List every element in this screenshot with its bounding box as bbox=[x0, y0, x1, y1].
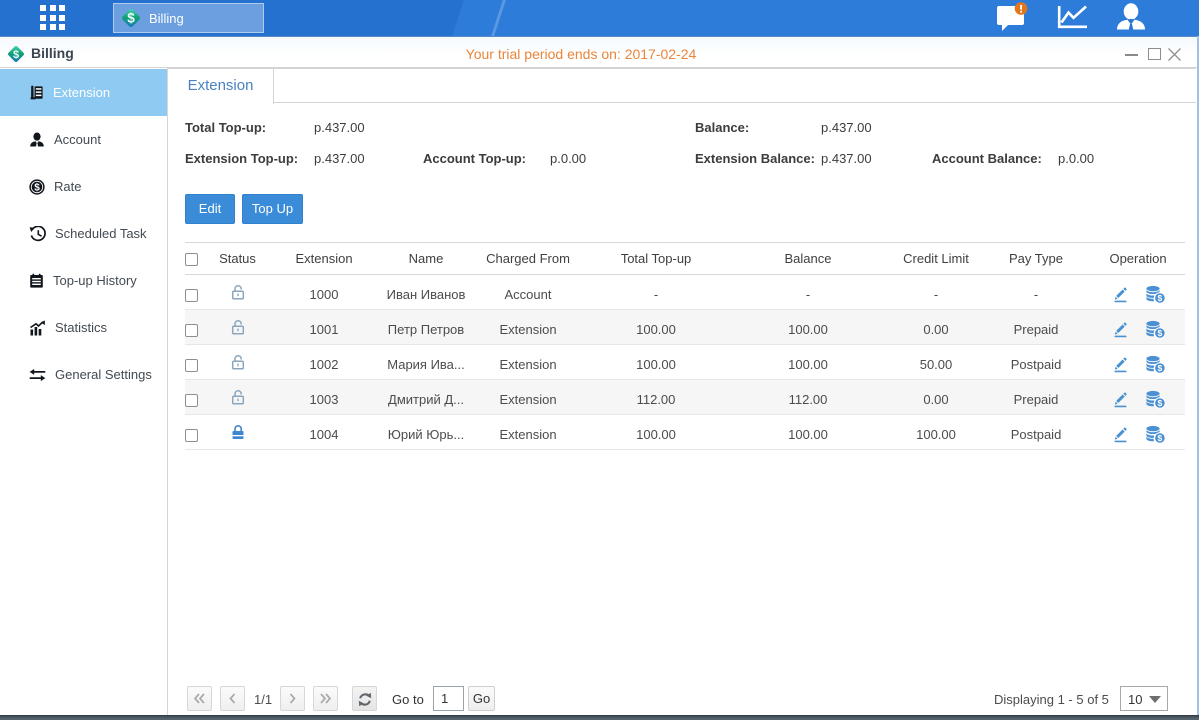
svg-text:$: $ bbox=[34, 182, 40, 193]
svg-text:$: $ bbox=[1157, 363, 1162, 373]
svg-text:$: $ bbox=[1157, 293, 1162, 303]
svg-text:$: $ bbox=[1157, 328, 1162, 338]
svg-text:$: $ bbox=[1157, 433, 1162, 443]
svg-text:$: $ bbox=[1157, 398, 1162, 408]
svg-text:$: $ bbox=[127, 11, 135, 26]
